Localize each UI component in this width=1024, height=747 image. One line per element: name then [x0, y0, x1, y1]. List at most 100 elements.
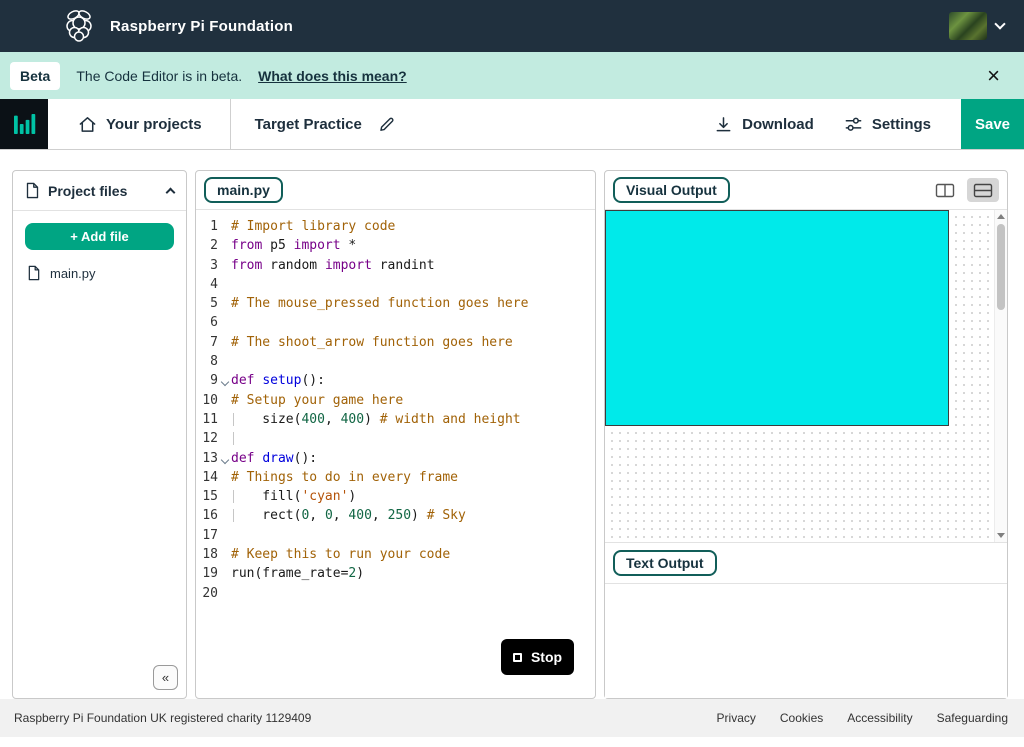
- main-area: Project files + Add file main.py « main.…: [0, 150, 1024, 699]
- line-number: 1: [196, 217, 218, 236]
- fold-toggle-icon[interactable]: [218, 449, 231, 468]
- code-line[interactable]: 17: [196, 526, 595, 545]
- your-projects-button[interactable]: Your projects: [78, 115, 202, 134]
- raspberry-pi-logo-icon: [62, 8, 96, 44]
- code-line[interactable]: 1# Import library code: [196, 217, 595, 236]
- collapse-sidebar-button[interactable]: «: [153, 665, 178, 690]
- split-view-button[interactable]: [929, 178, 961, 202]
- fold-spacer: [218, 352, 231, 371]
- line-number: 9: [196, 371, 218, 390]
- fold-spacer: [218, 333, 231, 352]
- indent-guide: [233, 413, 234, 426]
- code-line[interactable]: 7# The shoot_arrow function goes here: [196, 333, 595, 352]
- save-button[interactable]: Save: [961, 99, 1024, 149]
- close-icon[interactable]: ×: [983, 65, 1004, 87]
- code-text: size(400, 400) # width and height: [231, 410, 521, 429]
- line-number: 14: [196, 468, 218, 487]
- code-line[interactable]: 10# Setup your game here: [196, 391, 595, 410]
- code-line[interactable]: 18 # Keep this to run your code: [196, 545, 595, 564]
- indent-guide: [233, 432, 234, 445]
- code-line[interactable]: 20: [196, 584, 595, 603]
- fold-toggle-icon[interactable]: [218, 371, 231, 390]
- toolbar-divider: [230, 99, 231, 149]
- code-text: def setup():: [231, 371, 325, 390]
- output-scrollbar[interactable]: [994, 210, 1007, 542]
- add-file-button[interactable]: + Add file: [25, 223, 174, 250]
- code-line[interactable]: 9 def setup():: [196, 371, 595, 390]
- your-projects-label: Your projects: [106, 116, 202, 133]
- code-text: # Keep this to run your code: [231, 545, 450, 564]
- stacked-view-button[interactable]: [967, 178, 999, 202]
- tab-visual-output[interactable]: Visual Output: [613, 177, 730, 203]
- code-line[interactable]: 6: [196, 313, 595, 332]
- line-number: 4: [196, 275, 218, 294]
- output-layout-toggle: [929, 178, 999, 202]
- beta-info-link[interactable]: What does this mean?: [258, 68, 407, 84]
- charity-text: Raspberry Pi Foundation UK registered ch…: [14, 711, 311, 725]
- code-text: fill('cyan'): [231, 487, 356, 506]
- fold-spacer: [218, 564, 231, 583]
- code-text: from random import randint: [231, 256, 435, 275]
- rename-project-button[interactable]: [376, 113, 398, 135]
- code-line[interactable]: 4: [196, 275, 595, 294]
- code-text: def draw():: [231, 449, 317, 468]
- scrollbar-thumb[interactable]: [997, 224, 1005, 310]
- code-line[interactable]: 5# The mouse_pressed function goes here: [196, 294, 595, 313]
- code-line[interactable]: 15 fill('cyan'): [196, 487, 595, 506]
- account-menu[interactable]: [949, 12, 1004, 40]
- indent-guide: [233, 490, 234, 503]
- split-columns-icon: [935, 183, 955, 198]
- file-item-main-py[interactable]: main.py: [13, 256, 186, 290]
- code-line[interactable]: 2from p5 import *: [196, 236, 595, 255]
- tab-main-py[interactable]: main.py: [204, 177, 283, 203]
- code-line[interactable]: 3 from random import randint: [196, 256, 595, 275]
- user-avatar[interactable]: [949, 12, 987, 40]
- footer-link-cookies[interactable]: Cookies: [780, 711, 823, 725]
- code-line[interactable]: 12: [196, 429, 595, 448]
- line-number: 10: [196, 391, 218, 410]
- download-icon: [714, 115, 733, 134]
- code-line[interactable]: 16 rect(0, 0, 400, 250) # Sky: [196, 506, 595, 525]
- page-footer: Raspberry Pi Foundation UK registered ch…: [0, 699, 1024, 737]
- code-line[interactable]: 14# Things to do in every frame: [196, 468, 595, 487]
- fold-spacer: [218, 545, 231, 564]
- project-files-header[interactable]: Project files: [13, 171, 186, 211]
- code-line[interactable]: 8: [196, 352, 595, 371]
- footer-link-privacy[interactable]: Privacy: [717, 711, 756, 725]
- fold-spacer: [218, 275, 231, 294]
- code-lines: 1# Import library code2from p5 import *3…: [196, 217, 595, 603]
- tab-text-output[interactable]: Text Output: [613, 550, 717, 576]
- code-text: # The shoot_arrow function goes here: [231, 333, 513, 352]
- code-area[interactable]: 1# Import library code2from p5 import *3…: [196, 210, 595, 698]
- code-text: from p5 import *: [231, 236, 356, 255]
- stop-icon: [513, 653, 522, 662]
- code-line[interactable]: 13def draw():: [196, 449, 595, 468]
- footer-links: Privacy Cookies Accessibility Safeguarding: [717, 711, 1008, 725]
- fold-spacer: [218, 526, 231, 545]
- stop-label: Stop: [531, 649, 562, 665]
- indent-guide: [233, 509, 234, 522]
- scroll-down-icon[interactable]: [997, 533, 1005, 538]
- stop-button[interactable]: Stop: [501, 639, 574, 675]
- line-number: 17: [196, 526, 218, 545]
- fold-spacer: [218, 506, 231, 525]
- footer-link-accessibility[interactable]: Accessibility: [847, 711, 912, 725]
- scroll-up-icon[interactable]: [997, 214, 1005, 219]
- line-number: 18: [196, 545, 218, 564]
- download-button[interactable]: Download: [714, 115, 814, 134]
- fold-spacer: [218, 391, 231, 410]
- line-number: 3: [196, 256, 218, 275]
- footer-link-safeguarding[interactable]: Safeguarding: [937, 711, 1008, 725]
- line-number: 6: [196, 313, 218, 332]
- line-number: 20: [196, 584, 218, 603]
- home-icon: [78, 115, 97, 134]
- fold-spacer: [218, 429, 231, 448]
- settings-button[interactable]: Settings: [844, 115, 931, 134]
- fold-spacer: [218, 313, 231, 332]
- code-line[interactable]: 11 size(400, 400) # width and height: [196, 410, 595, 429]
- visual-output-header: Visual Output: [605, 171, 1007, 210]
- beta-banner: Beta The Code Editor is in beta. What do…: [0, 52, 1024, 99]
- app-header: Raspberry Pi Foundation: [0, 0, 1024, 52]
- line-number: 5: [196, 294, 218, 313]
- code-line[interactable]: 19run(frame_rate=2): [196, 564, 595, 583]
